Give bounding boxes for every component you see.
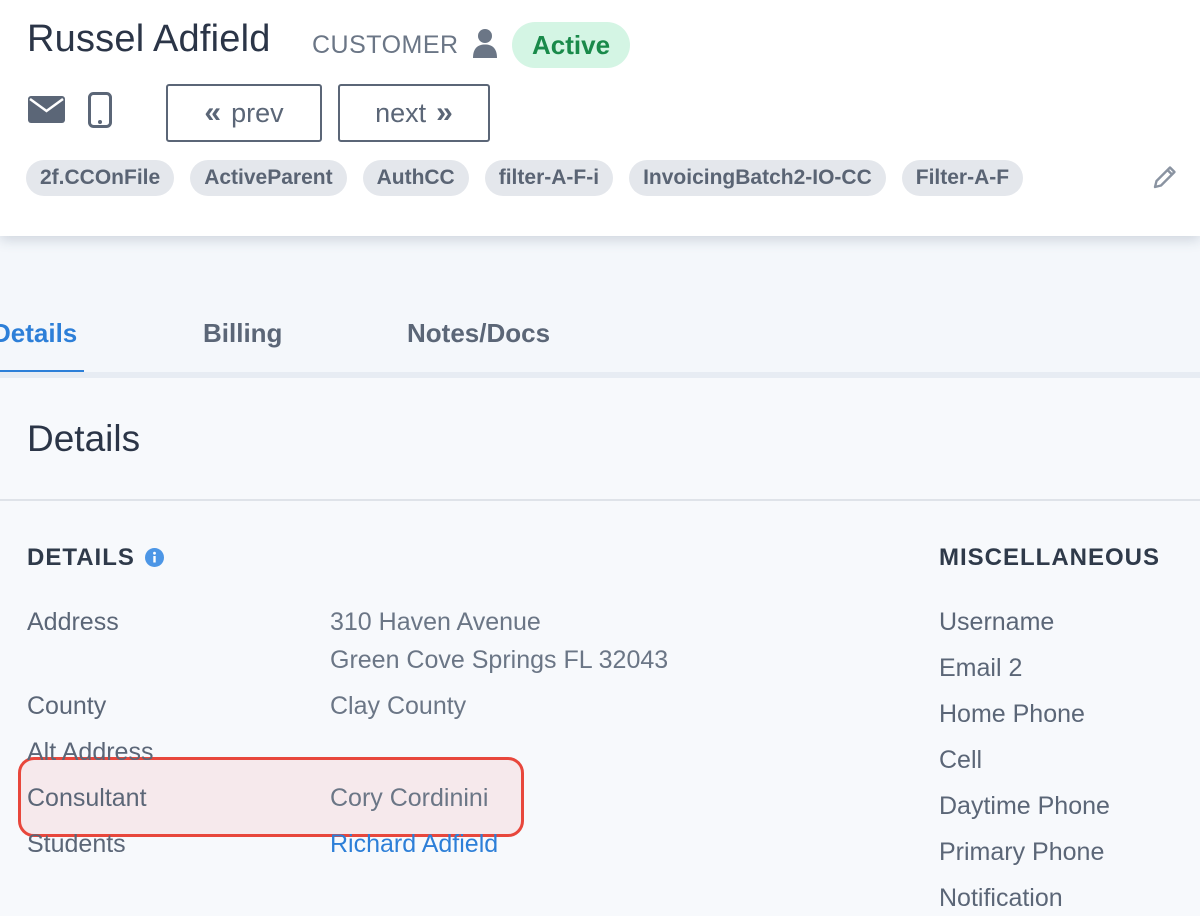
misc-notification-label: Notification [939, 884, 1063, 912]
misc-cell-label: Cell [939, 746, 983, 774]
tag[interactable]: 2f.CCOnFile [26, 160, 175, 196]
tag-list: 2f.CCOnFile ActiveParent AuthCC filter-A… [26, 160, 1024, 196]
page-title: Details [27, 418, 141, 459]
prev-label: prev [231, 97, 284, 128]
tag[interactable]: Filter-A-F [901, 160, 1024, 196]
mobile-phone-icon[interactable] [88, 92, 112, 128]
students-label: Students [27, 830, 126, 858]
next-button[interactable]: next » [338, 84, 490, 142]
county-value: Clay County [330, 692, 467, 720]
customer-name: Russel Adfield [27, 18, 271, 60]
address-line1: 310 Haven Avenue [330, 608, 541, 636]
tab-notes-docs[interactable]: Notes/Docs [407, 318, 550, 349]
address-label: Address [27, 608, 119, 636]
tab-details[interactable]: Details [0, 318, 77, 349]
chevron-double-right-icon: » [436, 96, 453, 129]
details-section-heading: DETAILS [27, 544, 135, 571]
pencil-icon[interactable] [1151, 163, 1179, 191]
user-icon [473, 29, 497, 58]
misc-section-heading: MISCELLANEOUS [939, 544, 1161, 571]
county-label: County [27, 692, 107, 720]
tab-billing[interactable]: Billing [203, 318, 282, 349]
details-panel: Details DETAILS MISCELLANEOUS Address 31… [0, 378, 1200, 916]
misc-daytime-phone-label: Daytime Phone [939, 792, 1110, 820]
next-label: next [375, 97, 427, 128]
envelope-icon[interactable] [28, 96, 65, 123]
consultant-label: Consultant [27, 784, 147, 812]
tag[interactable]: InvoicingBatch2-IO-CC [629, 160, 886, 196]
tag[interactable]: AuthCC [362, 160, 469, 196]
misc-email2-label: Email 2 [939, 654, 1023, 682]
chevron-double-left-icon: « [204, 96, 222, 129]
info-icon[interactable] [145, 548, 164, 567]
status-badge: Active [512, 22, 631, 68]
tag[interactable]: filter-A-F-i [484, 160, 614, 196]
address-line2: Green Cove Springs FL 32043 [330, 646, 669, 674]
prev-button[interactable]: « prev [166, 84, 322, 142]
student-link[interactable]: Richard Adfield [330, 830, 498, 859]
tab-bar: Details Billing Notes/Docs [0, 300, 1200, 376]
consultant-value: Cory Cordinini [330, 784, 489, 812]
misc-home-phone-label: Home Phone [939, 700, 1085, 728]
alt-address-label: Alt Address [27, 738, 154, 766]
tag[interactable]: ActiveParent [190, 160, 347, 196]
misc-primary-phone-label: Primary Phone [939, 838, 1105, 866]
misc-username-label: Username [939, 608, 1055, 636]
customer-role: CUSTOMER [312, 31, 459, 59]
customer-header: Russel Adfield CUSTOMER Active « prev ne… [0, 0, 1200, 236]
divider [0, 499, 1200, 501]
